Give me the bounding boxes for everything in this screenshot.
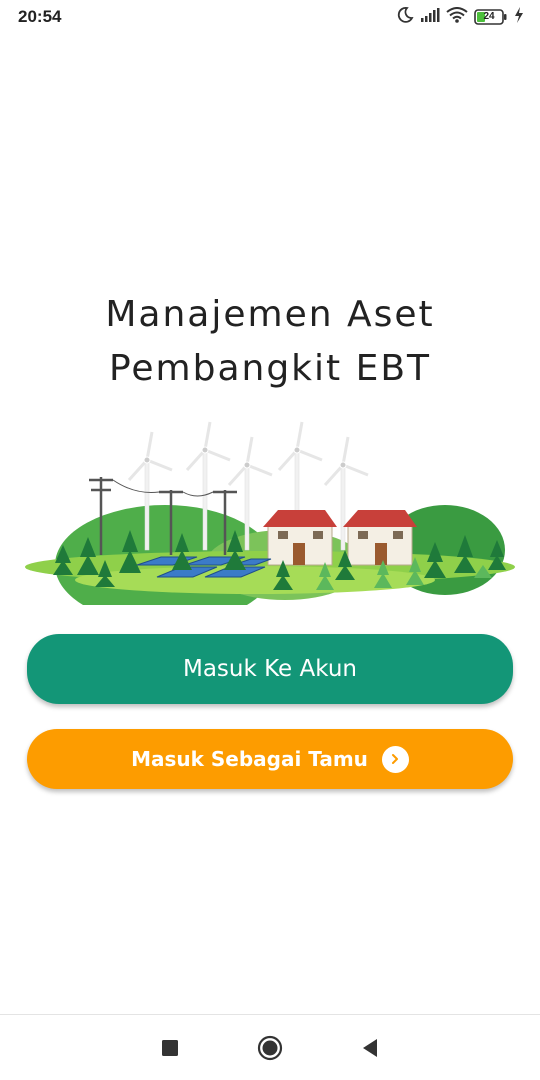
- wifi-icon: [446, 6, 468, 28]
- moon-icon: [396, 6, 414, 29]
- chevron-right-icon: [381, 745, 409, 773]
- back-icon[interactable]: [350, 1028, 390, 1068]
- title-line-1: Manajemen Aset: [105, 294, 435, 335]
- page-title: Manajemen Aset Pembangkit EBT: [0, 288, 540, 396]
- battery-icon: 24: [474, 9, 508, 25]
- title-line-2: Pembangkit EBT: [108, 348, 432, 389]
- guest-login-button[interactable]: Masuk Sebagai Tamu: [27, 729, 513, 789]
- status-icons: 24: [396, 6, 524, 29]
- system-nav-bar: [0, 1014, 540, 1080]
- status-bar: 20:54 24: [0, 0, 540, 34]
- charging-icon: [514, 6, 524, 28]
- guest-button-label: Masuk Sebagai Tamu: [131, 747, 368, 771]
- renewable-energy-illustration: [25, 415, 515, 625]
- battery-level: 24: [483, 11, 495, 22]
- signal-icon: [420, 7, 440, 27]
- recent-apps-icon[interactable]: [150, 1028, 190, 1068]
- status-time: 20:54: [18, 7, 62, 26]
- login-button[interactable]: Masuk Ke Akun: [27, 634, 513, 704]
- home-icon[interactable]: [250, 1028, 290, 1068]
- login-button-label: Masuk Ke Akun: [182, 656, 358, 682]
